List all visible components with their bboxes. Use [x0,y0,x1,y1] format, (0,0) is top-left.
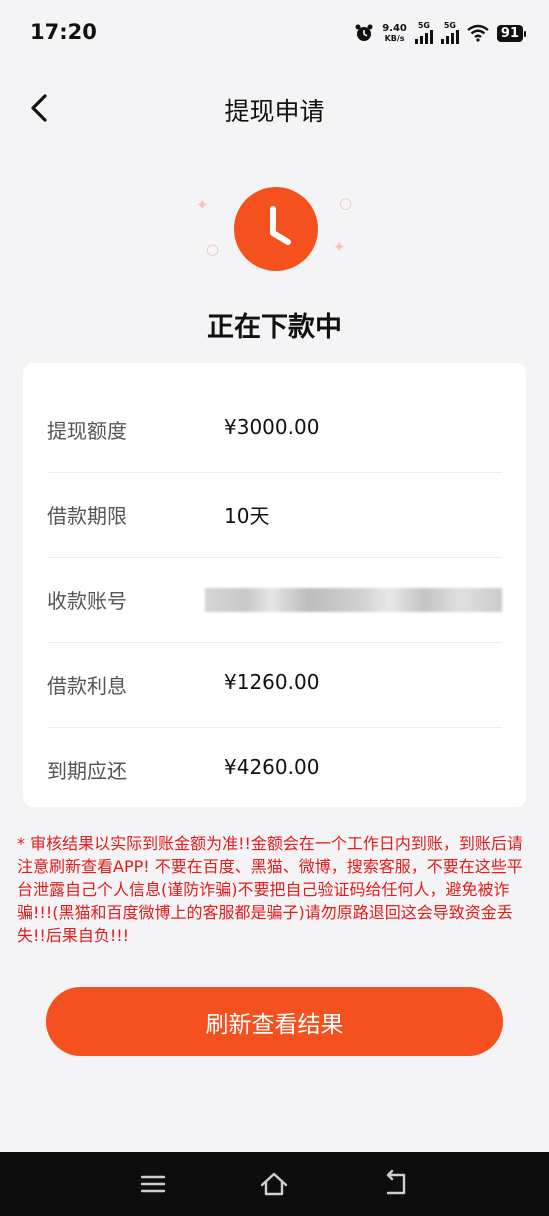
detail-value: ¥1260.00 [224,670,320,694]
network-speed-value: 9.40 [382,22,407,34]
detail-value: 10天 [224,504,270,528]
signal-bars-icon [440,30,459,44]
battery-indicator: 91 [496,24,527,42]
detail-label: 借款期限 [47,504,127,528]
menu-icon[interactable] [137,1168,169,1200]
detail-row-account: 收款账号 [47,558,502,643]
sim1-label: 5G [417,21,430,30]
warning-notice: * 审核结果以实际到账金额为准!!金额会在一个工作日内到账，到账后请注意刷新查看… [17,834,523,945]
alarm-icon [355,24,373,41]
signal-bars-icon [414,30,433,44]
wifi-icon [467,24,489,42]
network-speed: 9.40 KB/s [382,22,407,43]
status-time: 17:20 [30,20,97,44]
sparkle-icon: ✦ [196,196,209,214]
ring-icon: ○ [339,194,353,212]
signal-sim1: 5G [414,21,433,44]
status-bar: 17:20 9.40 KB/s 5G 5G 91 [0,0,549,64]
header: 提现申请 [0,78,549,138]
system-nav-bar [0,1152,549,1216]
detail-value: ¥4260.00 [224,755,320,779]
detail-row-amount: 提现额度 ¥3000.00 [47,388,502,473]
clock-icon [234,187,318,271]
status-icons: 9.40 KB/s 5G 5G 91 [354,20,527,46]
detail-row-due: 到期应还 ¥4260.00 [47,728,502,812]
detail-row-interest: 借款利息 ¥1260.00 [47,643,502,728]
redacted-account-number [205,588,502,612]
home-icon[interactable] [258,1168,290,1200]
detail-value: ¥3000.00 [224,415,320,439]
signal-sim2: 5G [440,21,459,44]
back-icon[interactable] [380,1168,412,1200]
ring-icon: ○ [206,240,220,258]
sim2-label: 5G [443,21,456,30]
detail-label: 借款利息 [47,674,127,698]
detail-label: 提现额度 [47,419,127,443]
details-card: 提现额度 ¥3000.00 借款期限 10天 收款账号 借款利息 ¥1260.0… [23,363,526,807]
page-title: 提现申请 [224,97,325,126]
sparkle-icon: ✦ [333,238,346,256]
detail-label: 到期应还 [47,759,127,783]
refresh-result-button[interactable]: 刷新查看结果 [46,987,503,1056]
network-speed-unit: KB/s [384,33,405,43]
clock-illustration: ✦ ○ ○ ✦ [190,180,360,280]
withdraw-status: 正在下款中 [207,312,342,343]
detail-label: 收款账号 [47,589,127,613]
detail-row-term: 借款期限 10天 [47,473,502,558]
